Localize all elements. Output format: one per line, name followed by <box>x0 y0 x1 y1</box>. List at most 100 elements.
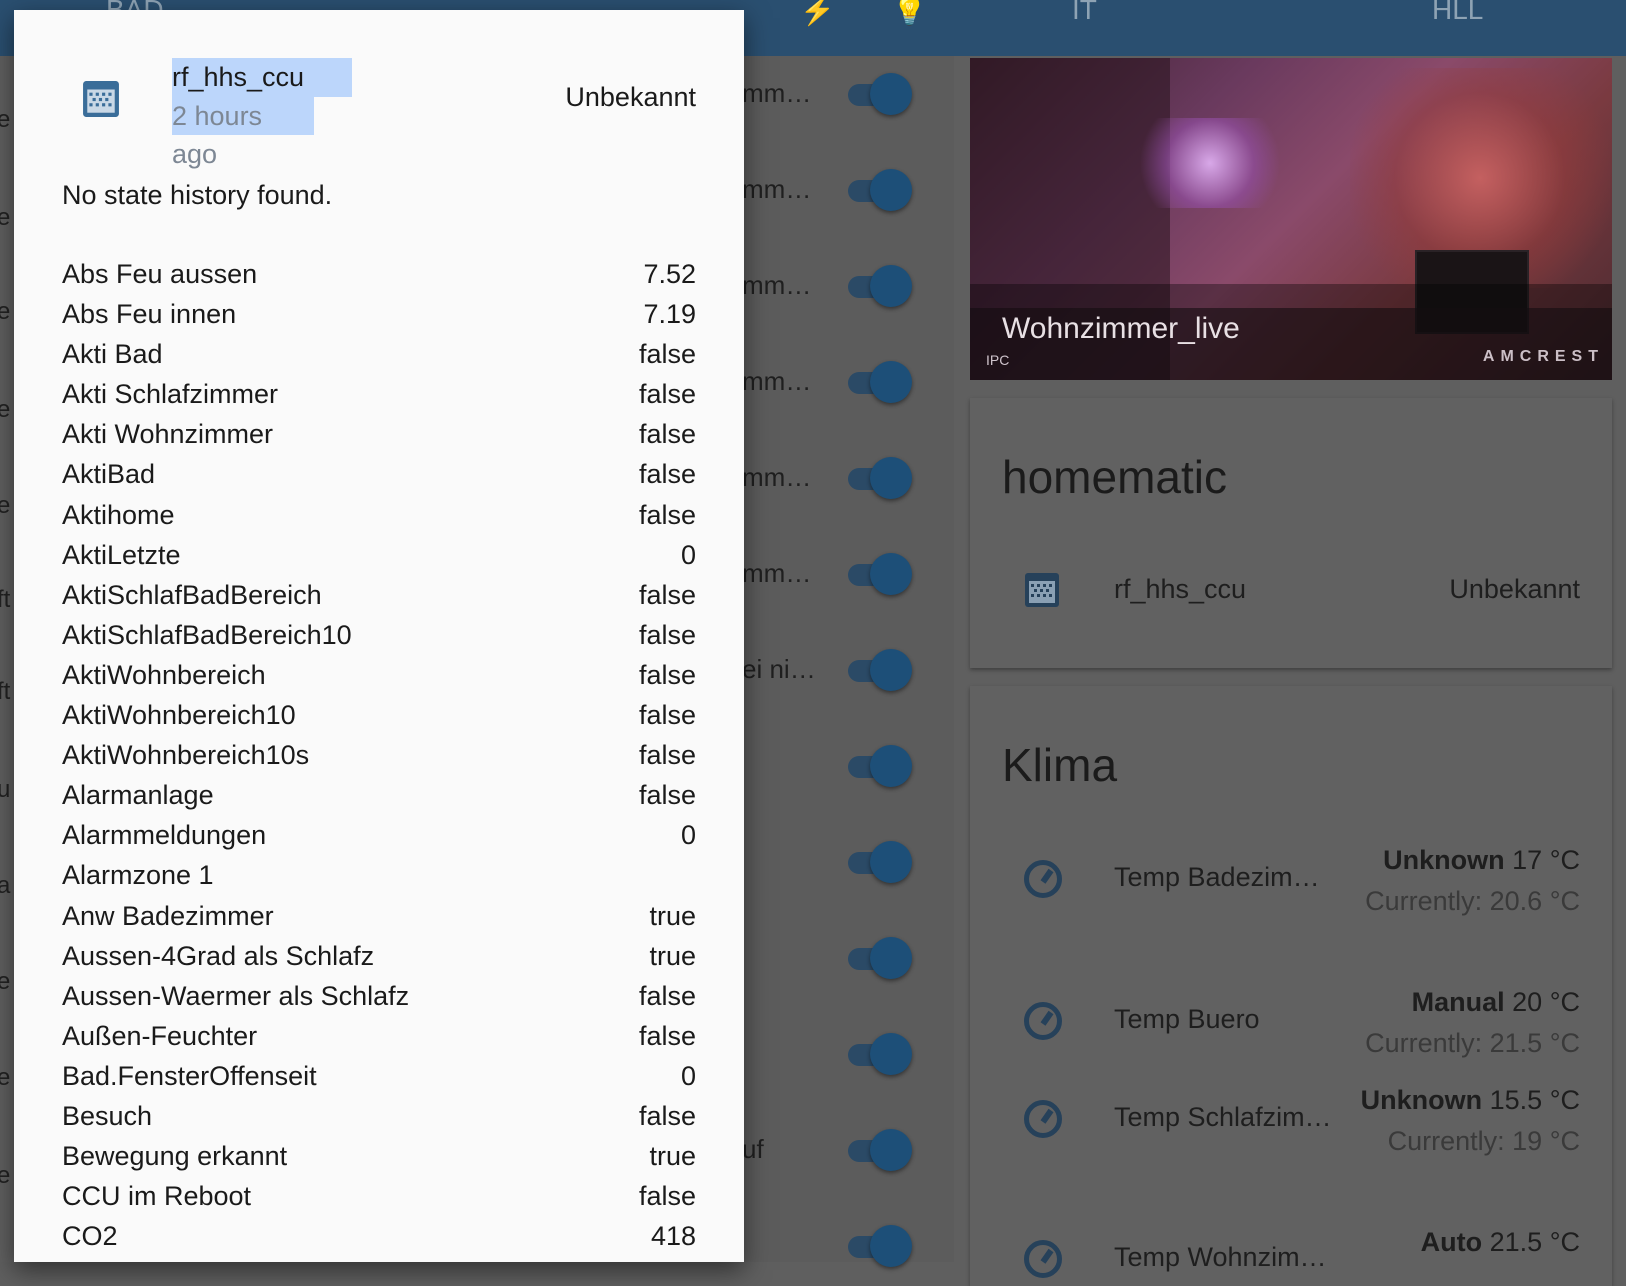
thermostat-icon <box>1024 1002 1062 1040</box>
list-item-label: mm… <box>742 78 812 108</box>
toggle-switch[interactable] <box>848 455 914 501</box>
toggle-switch[interactable] <box>848 167 914 213</box>
thermostat-mode: Auto <box>1420 1227 1483 1257</box>
edge-text: e <box>0 298 11 325</box>
toggle-switch[interactable] <box>848 551 914 597</box>
attribute-value: false <box>638 1181 696 1212</box>
attribute-value: true <box>649 1141 696 1172</box>
attribute-row: Außen-Feuchter false <box>62 1017 696 1057</box>
list-item-label: mm… <box>742 174 812 204</box>
thermostat-target: 21.5 °C <box>1489 1227 1580 1257</box>
lightbulb-icon[interactable]: 💡 <box>892 0 927 27</box>
toggle-switch[interactable] <box>848 1127 914 1173</box>
edge-text: ft <box>0 586 11 613</box>
edge-text: e <box>0 204 11 231</box>
attribute-key: Akti Schlafzimmer <box>62 379 279 410</box>
camera-title: Wohnzimmer_live <box>1002 312 1240 345</box>
edge-text: e <box>0 106 11 133</box>
attribute-key: Aussen-4Grad als Schlafz <box>62 940 375 971</box>
attribute-row: Aussen-Waermer als Schlafz false <box>62 977 696 1017</box>
thermostat-current: Currently: 19 °C <box>1387 1126 1580 1156</box>
calculator-grid-icon <box>1025 573 1059 607</box>
attribute-value: false <box>638 740 696 771</box>
attribute-value: false <box>638 499 696 530</box>
attribute-key: Akti Bad <box>62 339 163 370</box>
list-item-label: uf <box>742 1134 764 1164</box>
attribute-row: AktiSchlafBadBereich10 false <box>62 616 696 656</box>
thermostat-state: Manual 20 °C Currently: 21.5 °C <box>1260 982 1580 1064</box>
attribute-row: Bad.FensterOffenseit 0 <box>62 1057 696 1097</box>
toggle-switch[interactable] <box>848 935 914 981</box>
toggle-switch[interactable] <box>848 839 914 885</box>
dialog-last-changed: 2 hours ago <box>172 97 314 169</box>
attribute-key: Abs Feu innen <box>62 299 237 330</box>
edge-text: e <box>0 968 11 995</box>
attribute-value: true <box>649 900 696 931</box>
dialog-entity-name[interactable]: rf_hhs_ccu <box>172 58 352 97</box>
list-item-label: mm… <box>742 270 812 300</box>
toggle-switch[interactable] <box>848 647 914 693</box>
thermostat-state: Auto 21.5 °C <box>1260 1222 1580 1263</box>
calculator-grid-icon <box>83 81 119 117</box>
attribute-key: Abs Feu aussen <box>62 259 258 289</box>
thermostat-target: 15.5 °C <box>1489 1085 1580 1115</box>
attribute-row: Aktihome false <box>62 496 696 536</box>
attribute-key: AktiWohnbereich <box>62 659 266 690</box>
thermostat-icon <box>1024 860 1062 898</box>
attribute-key: AktiWohnbereich10s <box>62 740 310 771</box>
attribute-key: Akti Wohnzimmer <box>62 419 274 450</box>
toggle-switch[interactable] <box>848 359 914 405</box>
attribute-key: AktiSchlafBadBereich <box>62 579 322 610</box>
entity-name[interactable]: rf_hhs_ccu <box>1114 574 1246 605</box>
attribute-row: Akti Wohnzimmer false <box>62 415 696 455</box>
thermostat-name[interactable]: Temp Buero <box>1114 1004 1260 1035</box>
more-info-dialog: rf_hhs_ccu 2 hours ago Unbekannt No stat… <box>14 10 744 1262</box>
attribute-key: CO2 <box>62 1221 118 1252</box>
attribute-value: false <box>638 419 696 450</box>
attribute-row: AktiBad false <box>62 455 696 495</box>
attribute-key: CCU im Reboot <box>62 1181 252 1212</box>
lightning-icon[interactable]: ⚡ <box>800 0 835 27</box>
attribute-key: Aussen-Waermer als Schlafz <box>62 980 410 1011</box>
thermostat-current: Currently: 21.5 °C <box>1365 1028 1580 1058</box>
attribute-row: CO2 418 <box>62 1217 696 1257</box>
toggle-switch[interactable] <box>848 743 914 789</box>
toggle-switch[interactable] <box>848 71 914 117</box>
attribute-value: 0 <box>680 1060 696 1091</box>
attribute-value: 7.19 <box>643 299 696 330</box>
thermostat-target: 17 °C <box>1512 845 1580 875</box>
attribute-key: Besuch <box>62 1100 153 1131</box>
thermostat-name[interactable]: Temp Schlafzim… <box>1114 1102 1332 1133</box>
camera-ipc-label: IPC <box>986 352 1010 368</box>
toggle-switch[interactable] <box>848 1223 914 1269</box>
attribute-row: AktiSchlafBadBereich false <box>62 576 696 616</box>
homematic-card: homematic rf_hhs_ccu Unbekannt <box>970 398 1612 668</box>
edge-text: e <box>0 1064 11 1091</box>
edge-text: e <box>0 396 11 423</box>
history-empty-message: No state history found. <box>62 180 333 210</box>
attribute-list: Abs Feu aussen 7.52 Abs Feu innen 7.19 Akti … <box>62 255 696 1257</box>
attribute-value: false <box>638 579 696 610</box>
toggle-switch[interactable] <box>848 263 914 309</box>
edge-text: e <box>0 1162 11 1189</box>
thermostat-icon <box>1024 1240 1062 1278</box>
attribute-value: false <box>638 379 696 410</box>
tab-hll[interactable]: HLL <box>1432 0 1483 26</box>
list-item-label: ei ni… <box>742 654 816 684</box>
left-edge-strip: e e e e e ft ft u a e e e <box>0 56 14 1262</box>
attribute-row: AktiWohnbereich10 false <box>62 696 696 736</box>
edge-text: ft <box>0 678 11 705</box>
tab-it[interactable]: IT <box>1072 0 1097 26</box>
thermostat-current: Currently: 20.6 °C <box>1365 886 1580 916</box>
toggle-switch[interactable] <box>848 1031 914 1077</box>
thermostat-name[interactable]: Temp Badezim… <box>1114 862 1320 893</box>
attribute-key: Anw Badezimmer <box>62 900 274 931</box>
attribute-value: 7.52 <box>643 259 696 289</box>
attribute-key: AktiBad <box>62 459 156 490</box>
attribute-value: false <box>638 780 696 811</box>
attribute-key: AktiWohnbereich10 <box>62 700 296 731</box>
camera-card[interactable]: Wohnzimmer_live IPC AMCREST <box>970 58 1612 380</box>
attribute-value: false <box>638 459 696 490</box>
attribute-key: Aktihome <box>62 499 175 530</box>
attribute-row: Alarmzone 1 <box>62 856 696 896</box>
